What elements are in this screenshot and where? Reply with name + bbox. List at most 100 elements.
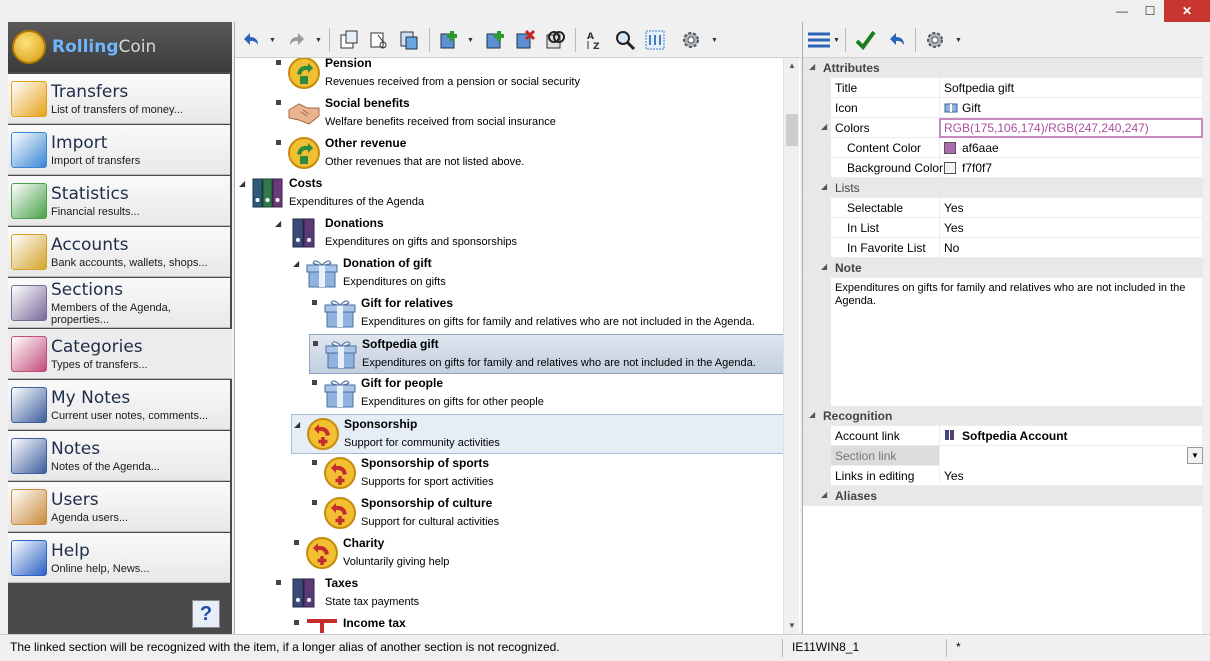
view-menu-icon[interactable] — [805, 28, 833, 52]
note-textarea[interactable]: Expenditures on gifts for family and rel… — [831, 280, 1203, 404]
tree-node-donation-of-gift[interactable]: ◢ Donation of gift Expenditures on gifts — [235, 254, 783, 294]
minimize-button[interactable]: — — [1108, 0, 1136, 22]
section-link-combo[interactable]: ▼ — [939, 446, 1203, 466]
paste-icon[interactable] — [397, 28, 421, 52]
nav-item-users[interactable]: Users Agenda users... — [8, 482, 230, 532]
properties-settings-dropdown-icon[interactable]: ▼ — [955, 37, 962, 44]
category-attributes[interactable]: ◢ Attributes — [803, 58, 1203, 78]
nav-item-transfers[interactable]: Transfers List of transfers of money... — [8, 74, 230, 124]
collapse-icon[interactable]: ◢ — [809, 410, 815, 419]
properties-settings-icon[interactable] — [923, 28, 947, 52]
property-value[interactable]: No — [939, 238, 1203, 258]
property-content-color[interactable]: Content Color af6aae — [803, 138, 1203, 158]
add-item-icon[interactable] — [437, 28, 461, 52]
settings-dropdown-icon[interactable]: ▼ — [711, 37, 718, 44]
nav-item-statistics[interactable]: Statistics Financial results... — [8, 176, 230, 226]
nav-item-categories[interactable]: Categories Types of transfers... — [8, 329, 232, 379]
nav-item-my-notes[interactable]: My Notes Current user notes, comments... — [8, 380, 230, 430]
category-recognition[interactable]: ◢ Recognition — [803, 406, 1203, 426]
tree-node-taxes[interactable]: Taxes State tax payments — [235, 574, 783, 614]
property-title[interactable]: Title Softpedia gift — [803, 78, 1203, 98]
tree-node-gift-for-relatives[interactable]: Gift for relatives Expenditures on gifts … — [235, 294, 783, 334]
property-icon[interactable]: Icon Gift — [803, 98, 1203, 118]
tree-node-costs[interactable]: ◢ Costs Expenditures of the Agenda — [235, 174, 783, 214]
nav-item-title: My Notes — [51, 387, 131, 408]
property-section-link[interactable]: Section link ▼ — [803, 446, 1203, 466]
nav-item-accounts[interactable]: Accounts Bank accounts, wallets, shops... — [8, 227, 230, 277]
property-value[interactable]: Softpedia Account — [939, 426, 1203, 446]
nav-item-notes[interactable]: Notes Notes of the Agenda... — [8, 431, 230, 481]
nav-item-help[interactable]: Help Online help, News... — [8, 533, 230, 583]
property-value[interactable]: Yes — [939, 218, 1203, 238]
undo-icon[interactable] — [239, 28, 263, 52]
group-lists[interactable]: ◢ Lists — [803, 178, 1203, 198]
property-in-list[interactable]: In List Yes — [803, 218, 1203, 238]
property-in-favorite-list[interactable]: In Favorite List No — [803, 238, 1203, 258]
property-value[interactable]: Yes — [939, 198, 1203, 218]
sort-az-icon[interactable]: AZ — [583, 28, 607, 52]
cut-icon[interactable] — [367, 28, 391, 52]
row-gutter — [803, 238, 831, 258]
property-links-in-editing[interactable]: Links in editing Yes — [803, 466, 1203, 486]
collapse-icon[interactable]: ◢ — [821, 182, 827, 191]
property-value[interactable]: af6aae — [939, 138, 1203, 158]
group-note[interactable]: ◢ Note — [803, 258, 1203, 278]
filter-icon[interactable] — [643, 28, 667, 52]
delete-icon[interactable] — [513, 28, 537, 52]
dropdown-arrow-icon[interactable]: ▼ — [1187, 447, 1203, 464]
property-colors[interactable]: ◢ Colors RGB(175,106,174)/RGB(247,240,24… — [803, 118, 1203, 138]
tree-node-sponsorship-of-culture[interactable]: Sponsorship of culture Support for cultur… — [235, 494, 783, 534]
tree-scrollbar[interactable]: ▲ ▼ — [783, 58, 799, 634]
tree-node-sponsorship-of-sports[interactable]: Sponsorship of sports Supports for sport … — [235, 454, 783, 494]
property-value[interactable]: f7f0f7 — [939, 158, 1203, 178]
property-account-link[interactable]: Account link Softpedia Account — [803, 426, 1203, 446]
collapse-icon[interactable]: ◢ — [821, 122, 827, 131]
collapse-icon[interactable]: ◢ — [821, 490, 827, 499]
collapse-icon[interactable]: ◢ — [294, 420, 300, 429]
colors-edit-field[interactable]: RGB(175,106,174)/RGB(247,240,247) — [939, 118, 1203, 138]
logo-text-coin: Coin — [118, 37, 157, 57]
apply-check-icon[interactable] — [853, 28, 877, 52]
search-icon[interactable] — [613, 28, 637, 52]
maximize-button[interactable]: ☐ — [1136, 0, 1164, 22]
tree-node-softpedia-gift[interactable]: Softpedia gift Expenditures on gifts for … — [309, 334, 783, 374]
property-selectable[interactable]: Selectable Yes — [803, 198, 1203, 218]
scroll-up-icon[interactable]: ▲ — [784, 58, 800, 74]
link-icon[interactable] — [543, 28, 567, 52]
collapse-icon[interactable]: ◢ — [275, 219, 281, 228]
collapse-icon[interactable]: ◢ — [239, 179, 245, 188]
revert-icon[interactable] — [885, 28, 909, 52]
tree-node-description: State tax payments — [325, 596, 420, 608]
tree-node-pension[interactable]: Pension Revenues received from a pension … — [235, 58, 783, 94]
tree-node-income-tax[interactable]: Income tax — [235, 614, 783, 634]
close-button[interactable]: ✕ — [1164, 0, 1210, 22]
scroll-down-icon[interactable]: ▼ — [784, 618, 800, 634]
collapse-icon[interactable]: ◢ — [821, 262, 827, 271]
add-dropdown-icon[interactable]: ▼ — [467, 37, 474, 44]
scroll-thumb[interactable] — [786, 114, 798, 146]
nav-item-sections[interactable]: Sections Members of the Agenda, propertie… — [8, 278, 230, 328]
nav-item-import[interactable]: Import Import of transfers — [8, 125, 230, 175]
add-child-icon[interactable] — [483, 28, 507, 52]
tree-node-social-benefits[interactable]: Social benefits Welfare benefits received… — [235, 94, 783, 134]
tree-node-title: Gift for people — [361, 376, 443, 390]
tree-node-gift-for-people[interactable]: Gift for people Expenditures on gifts for… — [235, 374, 783, 414]
redo-icon[interactable] — [285, 28, 309, 52]
tree-node-other-revenue[interactable]: Other revenue Other revenues that are not… — [235, 134, 783, 174]
property-value[interactable]: Softpedia gift — [939, 78, 1203, 98]
tree-node-donations[interactable]: ◢ Donations Expenditures on gifts and spon… — [235, 214, 783, 254]
settings-gear-icon[interactable] — [679, 28, 703, 52]
collapse-icon[interactable]: ◢ — [809, 62, 815, 71]
group-aliases[interactable]: ◢ Aliases — [803, 486, 1203, 506]
help-icon[interactable]: ? — [192, 600, 220, 628]
view-dropdown-icon[interactable]: ▼ — [833, 37, 840, 44]
undo-dropdown-icon[interactable]: ▼ — [269, 37, 276, 44]
tree-node-sponsorship[interactable]: ◢ Sponsorship Support for community activi… — [291, 414, 783, 454]
property-value[interactable]: Gift — [939, 98, 1203, 118]
property-value[interactable]: Yes — [939, 466, 1203, 486]
redo-dropdown-icon[interactable]: ▼ — [315, 37, 322, 44]
property-background-color[interactable]: Background Color f7f0f7 — [803, 158, 1203, 178]
copy-icon[interactable] — [337, 28, 361, 52]
collapse-icon[interactable]: ◢ — [293, 259, 299, 268]
tree-node-charity[interactable]: Charity Voluntarily giving help — [235, 534, 783, 574]
